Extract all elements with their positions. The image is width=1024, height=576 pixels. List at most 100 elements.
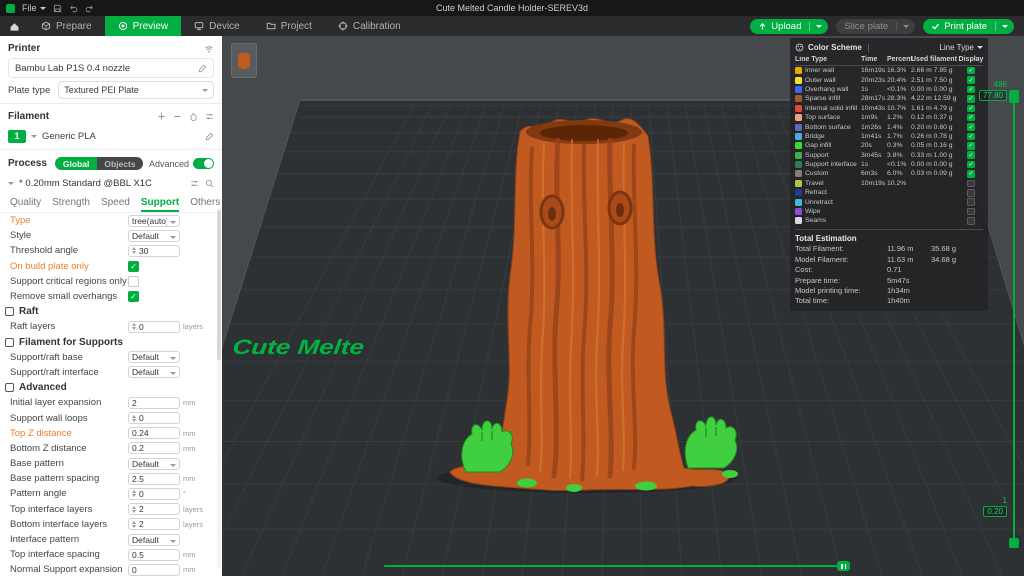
display-checkbox[interactable] (967, 95, 975, 103)
display-checkbox[interactable] (967, 76, 975, 84)
plus-icon[interactable] (157, 112, 166, 121)
filament-slot-badge[interactable]: 1 (8, 129, 26, 143)
display-checkbox[interactable] (967, 132, 975, 141)
param-tab-quality[interactable]: Quality (10, 194, 41, 212)
tab-preview[interactable]: Preview (104, 16, 182, 36)
display-checkbox[interactable] (967, 123, 975, 131)
spinner-arrows[interactable] (132, 505, 136, 513)
select-interface-pattern[interactable]: Default (128, 533, 180, 546)
plate-thumbnail[interactable] (231, 43, 257, 78)
input-top-interface-spacing[interactable]: 0.5 (128, 548, 180, 561)
param-tab-speed[interactable]: Speed (101, 194, 130, 212)
process-preset-row[interactable]: * 0.20mm Standard @BBL X1C (0, 174, 222, 192)
tab-prepare[interactable]: Prepare (28, 16, 105, 36)
select-type[interactable]: tree(auto) (128, 214, 180, 227)
display-checkbox[interactable] (967, 104, 975, 112)
input-top-interface-layers[interactable]: 2 (128, 503, 180, 516)
file-menu[interactable]: File (22, 3, 46, 13)
search-icon[interactable] (205, 179, 214, 188)
spinner-arrows[interactable] (132, 323, 136, 331)
display-checkbox[interactable] (967, 151, 975, 159)
param-label: Base pattern (10, 458, 64, 470)
layer-slider-handle-top[interactable] (1009, 90, 1019, 103)
move-slider-track[interactable] (384, 565, 846, 567)
edit-icon[interactable] (205, 132, 214, 141)
input-bottom-z-distance[interactable]: 0.2 (128, 442, 180, 455)
input-raft-layers[interactable]: 0 (128, 320, 180, 333)
tab-calibration[interactable]: Calibration (325, 16, 414, 36)
checkbox-remove-small-overhangs[interactable] (128, 291, 139, 303)
display-checkbox[interactable] (967, 189, 975, 197)
plate-type-select[interactable]: Textured PEI Plate (58, 81, 214, 99)
display-checkbox[interactable] (967, 142, 975, 150)
upload-button[interactable]: Upload (750, 18, 829, 34)
display-checkbox[interactable] (967, 85, 975, 94)
param-section-filament-for-supports[interactable]: Filament for Supports (0, 335, 222, 350)
param-row-threshold-angle: Threshold angle 30 (0, 243, 222, 258)
param-section-advanced[interactable]: Advanced (0, 380, 222, 395)
input-normal-support-expansion[interactable]: 0 (128, 563, 180, 576)
input-bottom-interface-layers[interactable]: 2 (128, 518, 180, 531)
home-tab[interactable] (0, 16, 28, 36)
move-slider-handle[interactable] (837, 561, 850, 571)
display-cell (959, 151, 983, 159)
undo-icon[interactable] (69, 4, 78, 13)
input-top-z-distance[interactable]: 0.24 (128, 427, 180, 440)
display-checkbox[interactable] (967, 198, 975, 206)
view-type-select[interactable]: Line Type (939, 43, 983, 52)
sliders-icon[interactable] (190, 179, 199, 188)
select-support-raft-base[interactable]: Default (128, 351, 180, 364)
input-support-wall-loops[interactable]: 0 (128, 412, 180, 425)
print-plate-button[interactable]: Print plate (923, 18, 1014, 34)
print-dropdown-caret[interactable] (996, 24, 1014, 28)
display-checkbox[interactable] (967, 179, 975, 188)
display-checkbox[interactable] (967, 113, 975, 122)
sidebar-scrollbar[interactable] (217, 208, 221, 568)
select-base-pattern[interactable]: Default (128, 457, 180, 470)
total-label: Cost: (795, 265, 813, 275)
param-tab-support[interactable]: Support (140, 194, 180, 212)
display-checkbox[interactable] (967, 207, 975, 216)
layer-slider-handle-bottom[interactable] (1009, 538, 1019, 548)
scope-global[interactable]: Global (54, 157, 98, 170)
param-section-raft[interactable]: Raft (0, 304, 222, 319)
process-scope-toggle[interactable]: Global Objects (54, 157, 143, 170)
param-tab-strength[interactable]: Strength (52, 194, 90, 212)
spinner-arrows[interactable] (132, 247, 136, 255)
tab-device[interactable]: Device (181, 16, 253, 36)
select-style[interactable]: Default (128, 229, 180, 242)
input-threshold-angle[interactable]: 30 (128, 244, 180, 257)
slice-dropdown-caret[interactable] (897, 24, 915, 28)
select-support-raft-interface[interactable]: Default (128, 366, 180, 379)
redo-icon[interactable] (85, 4, 94, 13)
spinner-arrows[interactable] (132, 520, 136, 528)
printer-name-row[interactable]: Bambu Lab P1S 0.4 nozzle (8, 58, 214, 78)
input-pattern-angle[interactable]: 0 (128, 487, 180, 500)
flush-icon[interactable] (189, 112, 198, 121)
wifi-icon[interactable] (204, 44, 214, 54)
viewport[interactable]: Cute Melte Color Scheme Line Type Line T… (222, 36, 1024, 576)
display-checkbox[interactable] (967, 217, 975, 225)
display-checkbox[interactable] (967, 170, 975, 178)
spinner-arrows[interactable] (132, 490, 136, 498)
display-checkbox[interactable] (967, 66, 975, 75)
input-base-pattern-spacing[interactable]: 2.5 (128, 472, 180, 485)
edit-icon[interactable] (198, 64, 207, 73)
slice-plate-button[interactable]: Slice plate (836, 18, 916, 34)
input-initial-layer-expansion[interactable]: 2 (128, 396, 180, 409)
advanced-toggle[interactable] (193, 158, 214, 169)
checkbox-on-build-plate-only[interactable] (128, 260, 139, 272)
minus-icon[interactable] (173, 112, 182, 121)
filament-row[interactable]: 1 Generic PLA (0, 126, 222, 146)
scope-objects[interactable]: Objects (97, 157, 143, 170)
sliders-icon[interactable] (205, 112, 214, 121)
param-tab-others[interactable]: Others (190, 194, 220, 212)
upload-dropdown-caret[interactable] (810, 24, 828, 28)
param-control: 2.5 mm (128, 472, 216, 485)
layer-slider-track[interactable] (1013, 94, 1015, 546)
display-checkbox[interactable] (967, 160, 975, 169)
tab-project[interactable]: Project (253, 16, 325, 36)
checkbox-support-critical-regions-only[interactable] (128, 275, 139, 287)
save-icon[interactable] (53, 4, 62, 13)
spinner-arrows[interactable] (132, 414, 136, 422)
